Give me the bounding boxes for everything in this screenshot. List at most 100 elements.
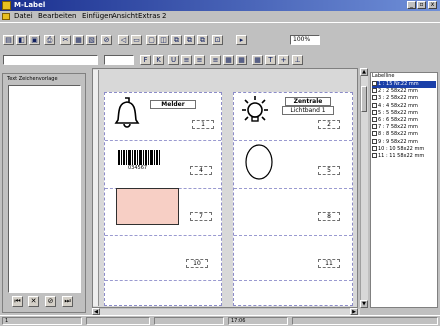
format-button-7[interactable]: ▦: [236, 55, 247, 65]
label-number[interactable]: 7: [190, 212, 212, 221]
toolbar-button-3[interactable]: ⎙: [44, 35, 55, 45]
label-list-item-text: 10 : 10 58x22 mm: [378, 145, 425, 152]
menu-ansicht[interactable]: Ansicht: [112, 12, 138, 21]
format-button-4[interactable]: ≡: [194, 55, 205, 65]
toolbar-button-14[interactable]: ⧉: [197, 35, 208, 45]
menu-einfuegen[interactable]: Einfügen: [82, 12, 113, 21]
scroll-down-arrow[interactable]: ▼: [360, 300, 368, 308]
label-number[interactable]: 1: [192, 120, 214, 129]
toolbar-button-8[interactable]: ◁: [118, 35, 129, 45]
label-list-item[interactable]: 2 : 2 58x22 mm: [372, 88, 436, 95]
label-list-item[interactable]: 9 : 9 58x22 mm: [372, 138, 436, 146]
label-number[interactable]: 5: [318, 166, 340, 175]
label-list-item-text: 4 : 4 58x22 mm: [378, 102, 418, 109]
toolbar-button-16[interactable]: ▸: [236, 35, 247, 45]
format-button-11[interactable]: ⊥: [292, 55, 303, 65]
format-button-10[interactable]: +: [278, 55, 289, 65]
label-list-item-text: 6 : 6 58x22 mm: [378, 117, 418, 123]
barcode-icon[interactable]: [118, 150, 160, 165]
scroll-up-arrow[interactable]: ▲: [360, 68, 368, 76]
label-number[interactable]: 2: [318, 120, 340, 129]
label-number[interactable]: 4: [190, 166, 212, 175]
circle-shape[interactable]: [244, 143, 274, 181]
format-button-6[interactable]: ▦: [223, 55, 234, 65]
template-panel-title: Text Zeichenvorlage: [7, 76, 58, 82]
label-number[interactable]: 10: [186, 259, 208, 268]
label-list-item[interactable]: 4 : 4 58x22 mm: [372, 102, 436, 110]
label-item-icon: [372, 145, 377, 151]
scroll-thumb[interactable]: [361, 86, 367, 112]
label-item-icon: [372, 88, 377, 94]
toolbar-button-15[interactable]: ⊡: [212, 35, 223, 45]
menu-window-number[interactable]: 2: [162, 12, 166, 21]
label-item-icon: [372, 81, 377, 86]
toolbar-button-12[interactable]: ⧉: [171, 35, 182, 45]
label-item-icon: [372, 117, 377, 122]
label-list-item-text: 5 : 5 58x22 mm: [378, 109, 418, 116]
zoom-select[interactable]: 100%: [290, 35, 320, 45]
label-list-item[interactable]: 6 : 6 58x22 mm: [372, 117, 436, 124]
toolbar-button-0[interactable]: ▤: [3, 35, 14, 45]
document-icon[interactable]: [2, 13, 10, 20]
zoom-value: 100%: [293, 36, 311, 43]
template-list[interactable]: [8, 85, 81, 293]
status-pane-2: [86, 317, 150, 325]
label-item-icon: [372, 109, 377, 115]
label-list-item[interactable]: 11 : 11 58x22 mm: [372, 153, 436, 160]
maximize-button[interactable]: ▫: [417, 1, 426, 9]
toolbar-button-11[interactable]: ◫: [158, 35, 169, 45]
label-list-item[interactable]: 8 : 8 58x22 mm: [372, 131, 436, 138]
format-button-2[interactable]: U: [168, 55, 179, 65]
filled-rectangle[interactable]: [116, 188, 179, 225]
format-button-1[interactable]: K: [153, 55, 164, 65]
scroll-right-arrow[interactable]: ▶: [350, 308, 358, 315]
label-list-item-text: 1 : 15 Nr.22 mm: [378, 81, 419, 87]
toolbar-button-9[interactable]: ▭: [131, 35, 142, 45]
toolbar-button-10[interactable]: ▢: [146, 35, 157, 45]
app-icon[interactable]: [2, 1, 11, 10]
menu-bar: Datei Bearbeiten Einfügen Ansicht Extras…: [0, 11, 440, 31]
last-record-button[interactable]: ⏭: [62, 296, 73, 307]
label-number[interactable]: 8: [318, 212, 340, 221]
toolbar-button-5[interactable]: ▦: [73, 35, 84, 45]
format-button-9[interactable]: T: [265, 55, 276, 65]
format-button-0[interactable]: F: [140, 55, 151, 65]
status-pane-5: [292, 317, 438, 325]
minimize-button[interactable]: _: [407, 1, 416, 9]
format-button-8[interactable]: ▦: [252, 55, 263, 65]
menu-extras[interactable]: Extras: [138, 12, 160, 21]
font-name-field[interactable]: [3, 55, 98, 65]
label-caption-melder[interactable]: Melder: [150, 100, 196, 109]
delete-record-button[interactable]: ✕: [28, 296, 39, 307]
label-caption-lichtband[interactable]: Lichtband 1: [282, 106, 334, 115]
window-title: M-Label: [14, 1, 46, 9]
title-bar: M-Label: [0, 0, 440, 11]
scroll-left-arrow[interactable]: ◀: [92, 308, 100, 315]
label-list-item[interactable]: 3 : 2 58x22 mm: [372, 95, 436, 102]
format-button-3[interactable]: ≡: [181, 55, 192, 65]
label-caption-zentrale[interactable]: Zentrale: [285, 97, 331, 106]
toolbar-button-1[interactable]: ◧: [16, 35, 27, 45]
menu-bearbeiten[interactable]: Bearbeiten: [38, 12, 76, 21]
label-list-item-text: 2 : 2 58x22 mm: [378, 88, 418, 95]
menu-datei[interactable]: Datei: [14, 12, 33, 21]
label-list-item[interactable]: 1 : 15 Nr.22 mm: [372, 81, 436, 88]
toolbar-button-13[interactable]: ⧉: [184, 35, 195, 45]
lamp-icon[interactable]: [238, 94, 272, 128]
format-button-5[interactable]: ≡: [210, 55, 221, 65]
label-list-item[interactable]: 10 : 10 58x22 mm: [372, 145, 436, 153]
cancel-record-button[interactable]: ⊘: [45, 296, 56, 307]
label-list-item[interactable]: 7 : 7 58x22 mm: [372, 124, 436, 131]
close-button[interactable]: x: [428, 1, 437, 9]
bell-icon[interactable]: [114, 95, 140, 131]
label-list-title: Labelline: [372, 73, 395, 79]
font-size-field[interactable]: [104, 55, 134, 65]
toolbar-button-2[interactable]: ▣: [29, 35, 40, 45]
first-record-button[interactable]: ⏮: [12, 296, 23, 307]
toolbar-button-6[interactable]: ▧: [86, 35, 97, 45]
label-list-item[interactable]: 5 : 5 58x22 mm: [372, 109, 436, 117]
label-number[interactable]: 11: [318, 259, 340, 268]
status-pane-3: [154, 317, 224, 325]
toolbar-button-4[interactable]: ✂: [60, 35, 71, 45]
toolbar-button-7[interactable]: ⊘: [101, 35, 112, 45]
